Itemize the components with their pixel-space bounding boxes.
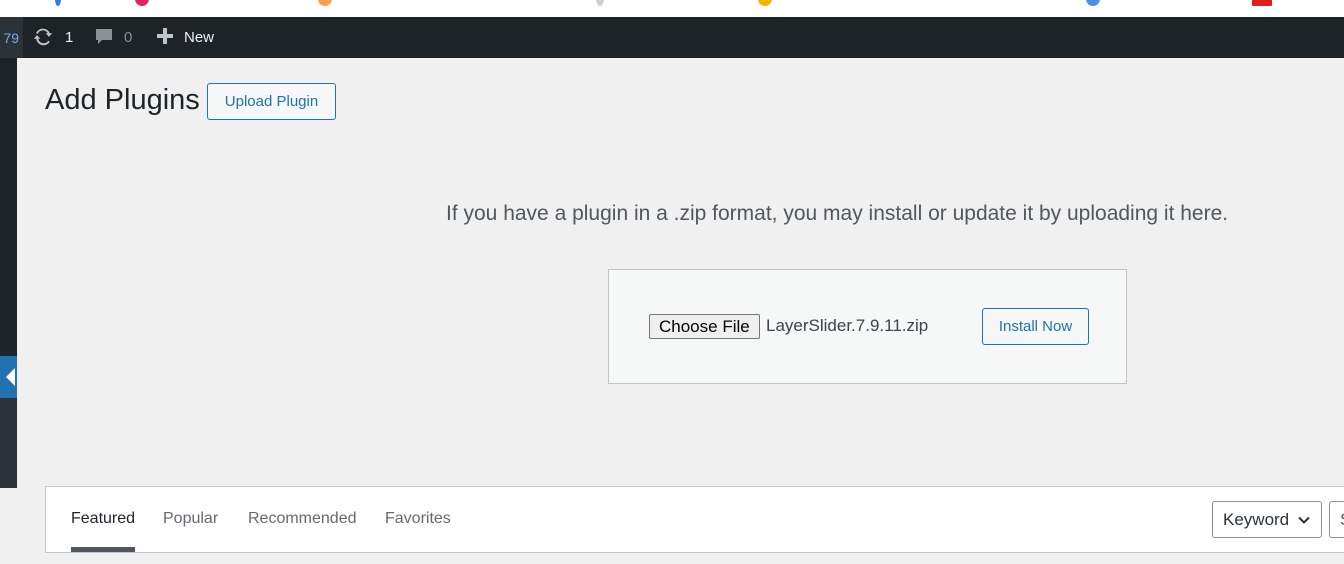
upload-help-text: If you have a plugin in a .zip format, y… [446,202,1229,225]
bookmark-icon[interactable] [318,0,332,6]
admin-bar-updates[interactable]: 1 [32,17,73,58]
bookmark-icon[interactable] [596,0,604,6]
current-menu-arrow-icon [0,356,17,398]
tab-favorites[interactable]: Favorites [385,510,451,528]
admin-sidebar [0,58,17,488]
speech-bubble-icon [94,26,114,50]
chevron-down-icon [1297,512,1311,532]
upload-plugin-button[interactable]: Upload Plugin [207,83,336,120]
search-type-select[interactable]: Keyword [1212,501,1322,538]
comments-count: 0 [124,29,133,46]
new-label: New [184,29,215,46]
selected-file-name: LayerSlider.7.9.11.zip [766,316,929,335]
choose-file-button[interactable]: Choose File [649,314,760,339]
admin-bar: 79 1 0 New [0,17,1344,58]
admin-bar-number: 79 [3,29,19,46]
plus-icon [156,27,174,49]
bookmark-icon[interactable] [135,0,149,6]
admin-bar-new[interactable]: New [156,17,214,58]
current-tab-indicator [71,547,135,552]
page-title: Add Plugins [45,84,200,116]
install-now-button[interactable]: Install Now [982,308,1089,345]
search-input-value: S [1340,510,1344,530]
bookmark-icon[interactable] [758,0,772,6]
tab-popular[interactable]: Popular [163,510,218,528]
sidebar-submenu [0,398,17,488]
bookmark-icon[interactable] [1252,0,1272,6]
plugin-filter-bar: Featured Popular Recommended Favorites K… [45,486,1344,553]
browser-bookmarks-strip [0,0,1344,17]
upload-plugin-form: Choose File LayerSlider.7.9.11.zip Insta… [608,269,1127,384]
updates-count: 1 [65,29,74,46]
search-plugins-input[interactable]: S [1329,501,1344,538]
tab-featured[interactable]: Featured [71,510,135,528]
bookmark-icon[interactable] [55,0,61,6]
refresh-icon [32,25,54,51]
tab-recommended[interactable]: Recommended [248,510,357,528]
admin-bar-comments[interactable]: 0 [94,17,132,58]
admin-bar-site-item[interactable]: 79 [0,17,23,58]
bookmark-icon[interactable] [1086,0,1100,6]
search-type-value: Keyword [1223,509,1290,529]
